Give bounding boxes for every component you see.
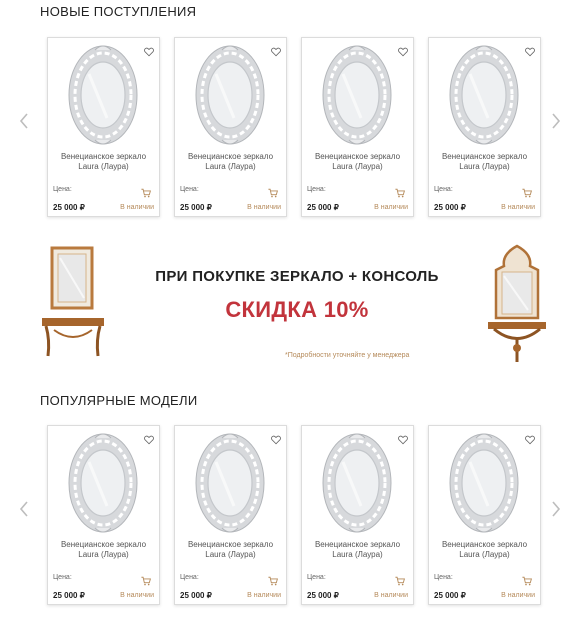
price-label: Цена:	[53, 574, 72, 581]
product-card[interactable]: Венецианское зеркало Laura (Лаура) Цена:…	[47, 425, 160, 605]
product-price: 25 000 ₽	[434, 203, 466, 212]
promo-headline: ПРИ ПОКУПКЕ ЗЕРКАЛО + КОНСОЛЬ	[155, 268, 439, 285]
heart-icon[interactable]	[398, 44, 408, 57]
price-label: Цена:	[180, 574, 199, 581]
cart-icon[interactable]	[268, 573, 279, 586]
cart-icon[interactable]	[268, 185, 279, 198]
mirror-product-image[interactable]	[67, 44, 139, 146]
product-card[interactable]: Венецианское зеркало Laura (Лаура) Цена:…	[174, 37, 287, 217]
product-card[interactable]: Венецианское зеркало Laura (Лаура) Цена:…	[428, 425, 541, 605]
heart-icon[interactable]	[525, 44, 535, 57]
product-price: 25 000 ₽	[307, 591, 339, 600]
new-products-row: Венецианское зеркало Laura (Лаура) Цена:…	[47, 37, 541, 217]
product-card[interactable]: Венецианское зеркало Laura (Лаура) Цена:…	[428, 37, 541, 217]
heart-icon[interactable]	[525, 432, 535, 445]
price-label: Цена:	[180, 186, 199, 193]
mirror-console-right-image	[488, 244, 546, 362]
price-label: Цена:	[434, 574, 453, 581]
cart-icon[interactable]	[522, 573, 533, 586]
product-name[interactable]: Венецианское зеркало Laura (Лаура)	[177, 152, 284, 172]
mirror-product-image[interactable]	[194, 432, 266, 534]
stock-status: В наличии	[120, 592, 154, 599]
chevron-right-icon[interactable]	[550, 499, 564, 519]
section-title-popular: ПОПУЛЯРНЫЕ МОДЕЛИ	[40, 393, 198, 408]
mirror-product-image[interactable]	[321, 44, 393, 146]
stock-status: В наличии	[120, 204, 154, 211]
product-name[interactable]: Венецианское зеркало Laura (Лаура)	[304, 152, 411, 172]
promo-note: *Подробности уточняйте у менеджера	[285, 352, 410, 359]
product-price: 25 000 ₽	[180, 203, 212, 212]
cart-icon[interactable]	[395, 573, 406, 586]
product-price: 25 000 ₽	[434, 591, 466, 600]
stock-status: В наличии	[247, 204, 281, 211]
product-name[interactable]: Венецианское зеркало Laura (Лаура)	[177, 540, 284, 560]
chevron-left-icon[interactable]	[18, 499, 32, 519]
product-card[interactable]: Венецианское зеркало Laura (Лаура) Цена:…	[301, 425, 414, 605]
mirror-console-left-image	[42, 246, 104, 357]
stock-status: В наличии	[374, 592, 408, 599]
product-name[interactable]: Венецианское зеркало Laura (Лаура)	[50, 540, 157, 560]
mirror-product-image[interactable]	[448, 432, 520, 534]
stock-status: В наличии	[247, 592, 281, 599]
section-title-new: НОВЫЕ ПОСТУПЛЕНИЯ	[40, 4, 197, 19]
mirror-product-image[interactable]	[194, 44, 266, 146]
promo-discount: СКИДКА 10%	[225, 297, 369, 322]
heart-icon[interactable]	[398, 432, 408, 445]
price-label: Цена:	[307, 574, 326, 581]
chevron-left-icon[interactable]	[18, 111, 32, 131]
product-card[interactable]: Венецианское зеркало Laura (Лаура) Цена:…	[301, 37, 414, 217]
product-name[interactable]: Венецианское зеркало Laura (Лаура)	[431, 152, 538, 172]
mirror-product-image[interactable]	[67, 432, 139, 534]
product-name[interactable]: Венецианское зеркало Laura (Лаура)	[50, 152, 157, 172]
product-price: 25 000 ₽	[180, 591, 212, 600]
product-price: 25 000 ₽	[307, 203, 339, 212]
stock-status: В наличии	[374, 204, 408, 211]
heart-icon[interactable]	[271, 432, 281, 445]
heart-icon[interactable]	[144, 44, 154, 57]
mirror-product-image[interactable]	[321, 432, 393, 534]
stock-status: В наличии	[501, 592, 535, 599]
cart-icon[interactable]	[522, 185, 533, 198]
cart-icon[interactable]	[395, 185, 406, 198]
stock-status: В наличии	[501, 204, 535, 211]
product-name[interactable]: Венецианское зеркало Laura (Лаура)	[431, 540, 538, 560]
product-name[interactable]: Венецианское зеркало Laura (Лаура)	[304, 540, 411, 560]
price-label: Цена:	[53, 186, 72, 193]
product-price: 25 000 ₽	[53, 591, 85, 600]
price-label: Цена:	[434, 186, 453, 193]
heart-icon[interactable]	[144, 432, 154, 445]
heart-icon[interactable]	[271, 44, 281, 57]
popular-products-row: Венецианское зеркало Laura (Лаура) Цена:…	[47, 425, 541, 605]
mirror-product-image[interactable]	[448, 44, 520, 146]
product-price: 25 000 ₽	[53, 203, 85, 212]
product-card[interactable]: Венецианское зеркало Laura (Лаура) Цена:…	[47, 37, 160, 217]
product-card[interactable]: Венецианское зеркало Laura (Лаура) Цена:…	[174, 425, 287, 605]
cart-icon[interactable]	[141, 573, 152, 586]
cart-icon[interactable]	[141, 185, 152, 198]
chevron-right-icon[interactable]	[550, 111, 564, 131]
price-label: Цена:	[307, 186, 326, 193]
